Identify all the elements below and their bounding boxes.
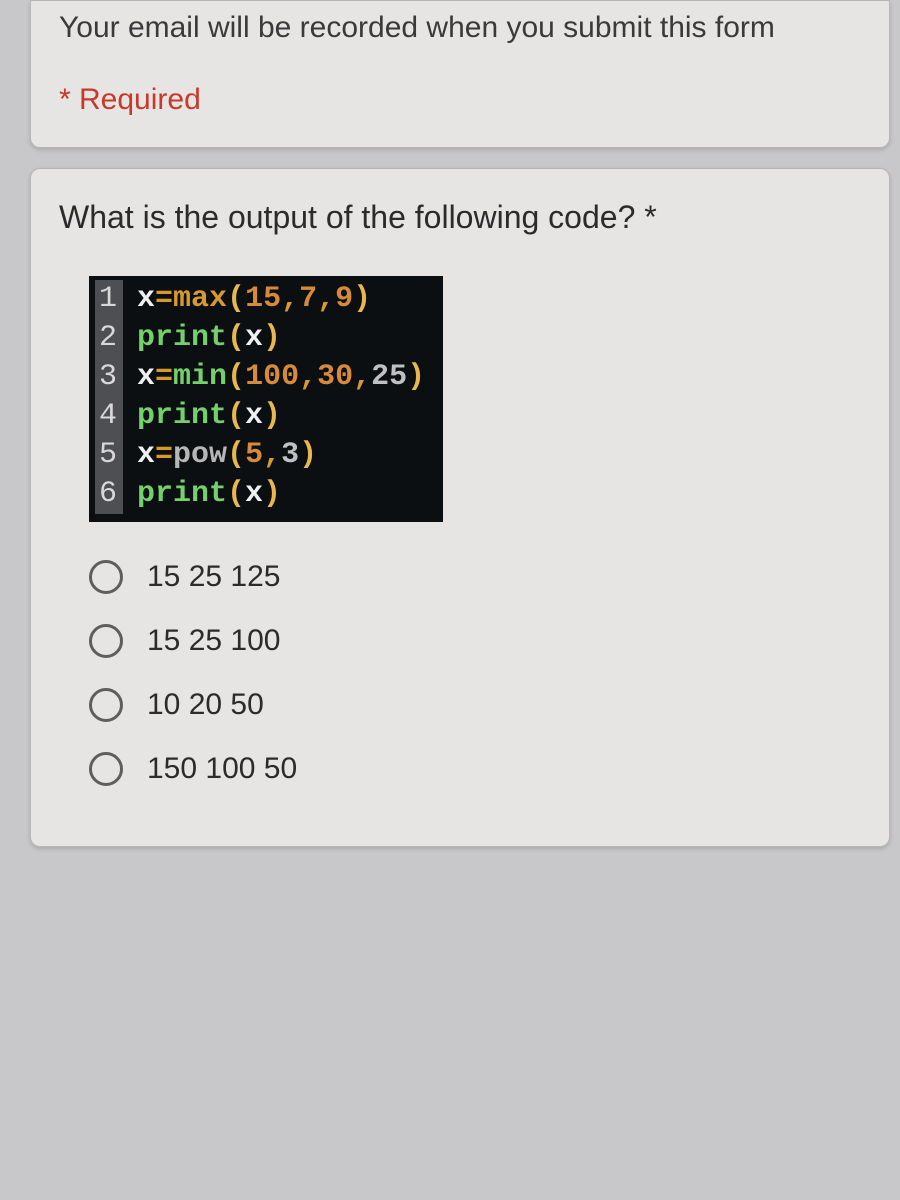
question-card: What is the output of the following code… [30, 168, 890, 847]
code-line: 3x=min(100,30,25) [95, 358, 425, 397]
radio-icon[interactable] [89, 752, 123, 786]
form-header-card: Your email will be recorded when you sub… [30, 0, 890, 148]
radio-icon[interactable] [89, 560, 123, 594]
option-2[interactable]: 15 25 100 [89, 624, 861, 658]
code-line: 6print(x) [95, 475, 425, 514]
question-prompt: What is the output of the following code… [59, 199, 861, 236]
option-4[interactable]: 150 100 50 [89, 752, 861, 786]
option-label: 150 100 50 [147, 752, 297, 786]
option-label: 10 20 50 [147, 688, 264, 722]
code-line: 4print(x) [95, 397, 425, 436]
code-line: 2print(x) [95, 319, 425, 358]
option-label: 15 25 125 [147, 560, 280, 594]
required-indicator: * Required [59, 83, 861, 117]
option-1[interactable]: 15 25 125 [89, 560, 861, 594]
radio-icon[interactable] [89, 624, 123, 658]
code-block: 1x=max(15,7,9) 2print(x) 3x=min(100,30,2… [89, 276, 443, 522]
email-notice: Your email will be recorded when you sub… [59, 11, 861, 45]
options-group: 15 25 125 15 25 100 10 20 50 150 100 50 [89, 560, 861, 786]
code-line: 1x=max(15,7,9) [95, 280, 425, 319]
radio-icon[interactable] [89, 688, 123, 722]
option-label: 15 25 100 [147, 624, 280, 658]
option-3[interactable]: 10 20 50 [89, 688, 861, 722]
code-line: 5x=pow(5,3) [95, 436, 425, 475]
